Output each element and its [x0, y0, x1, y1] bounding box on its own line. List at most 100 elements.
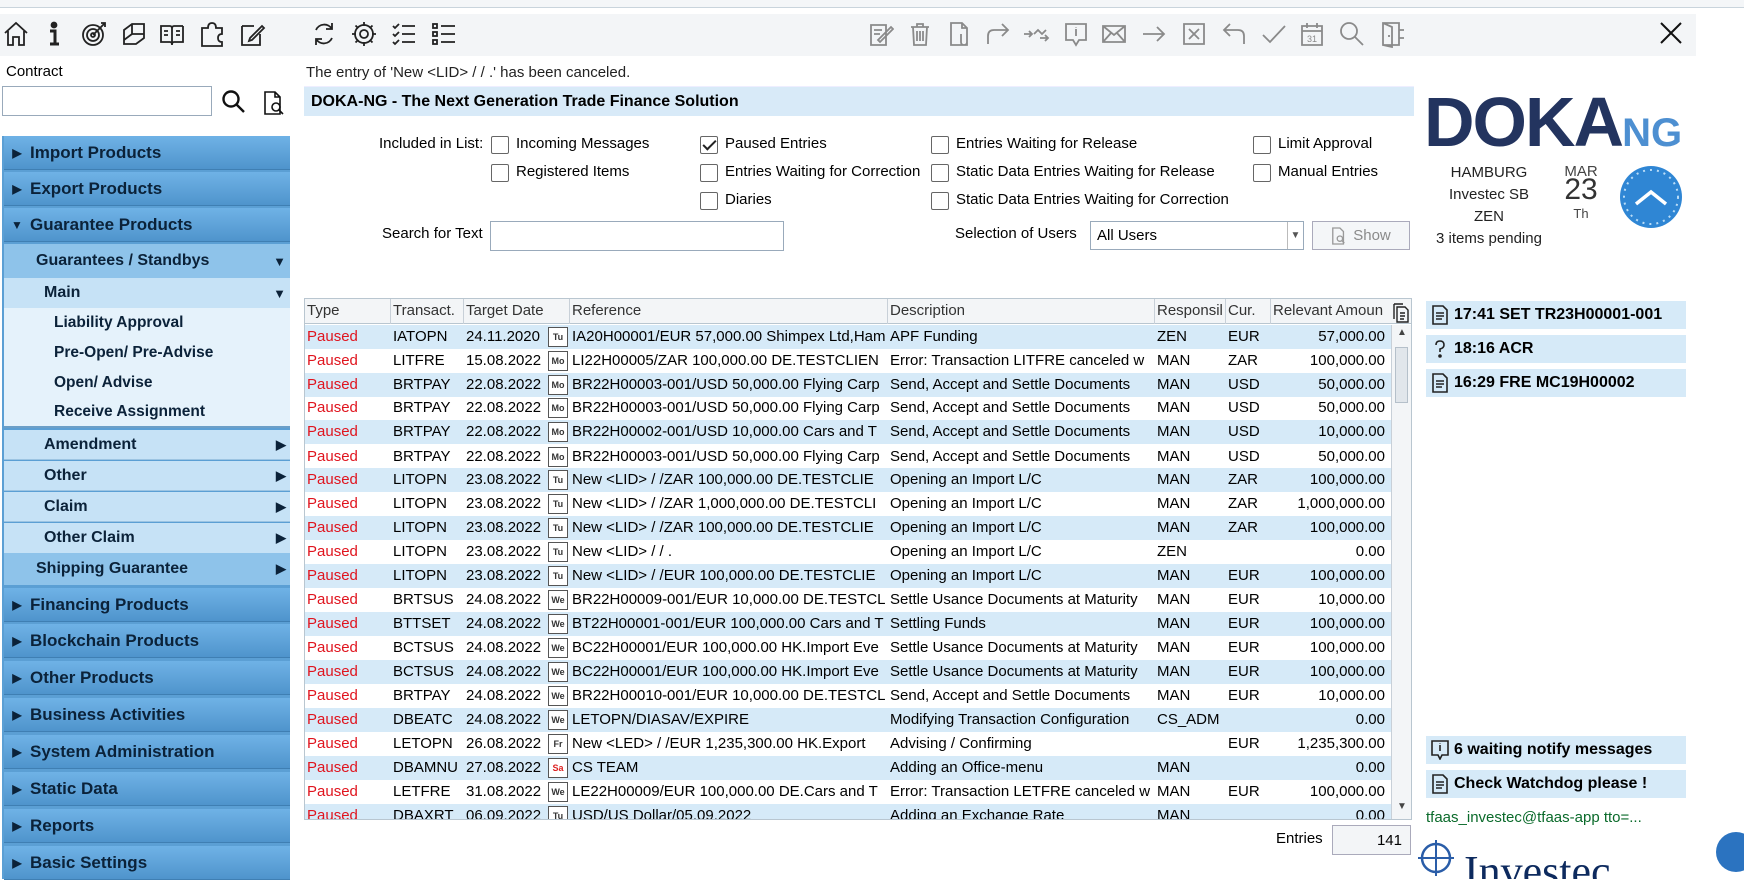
- info-icon[interactable]: [38, 18, 70, 50]
- nav-liability-approval[interactable]: Liability Approval: [4, 308, 290, 338]
- table-row[interactable]: Paused BRTPAY 22.08.2022 Mo BR22H00003-001/U…: [305, 445, 1391, 469]
- column-header[interactable]: Cur.: [1228, 302, 1268, 319]
- table-row[interactable]: Paused BRTPAY 22.08.2022 Mo BR22H00003-001/U…: [305, 396, 1391, 420]
- nav-blockchain-products[interactable]: ▶ Blockchain Products: [4, 624, 290, 658]
- door-icon[interactable]: [1376, 18, 1408, 50]
- close-icon[interactable]: [1656, 18, 1692, 54]
- nav-main[interactable]: Main ▼: [4, 278, 290, 308]
- pending-items[interactable]: 3 items pending: [1426, 230, 1552, 247]
- table-row[interactable]: Paused LITFRE 15.08.2022 Mo LI22H00005/ZAR 1…: [305, 349, 1391, 373]
- calendar-icon[interactable]: We: [548, 590, 568, 610]
- table-row[interactable]: Paused LITOPN 23.08.2022 Tu New <LID> / /ZAR…: [305, 516, 1391, 540]
- checkbox-registered-items[interactable]: [491, 164, 509, 182]
- table-row[interactable]: Paused LETFRE 31.08.2022 We LE22H00009/EUR 1…: [305, 780, 1391, 804]
- refresh-icon[interactable]: [308, 18, 340, 50]
- checkbox-entries-waiting-release[interactable]: [931, 136, 949, 154]
- target-icon[interactable]: [78, 18, 110, 50]
- contract-search-icon[interactable]: [220, 88, 248, 116]
- home-icon[interactable]: [0, 18, 32, 50]
- calendar-icon[interactable]: We: [548, 614, 568, 634]
- checkbox-entries-waiting-correction[interactable]: [700, 164, 718, 182]
- calendar-icon[interactable]: Fr: [548, 734, 568, 754]
- nav-business-activities[interactable]: ▶ Business Activities: [4, 698, 290, 732]
- check-icon[interactable]: [1258, 18, 1290, 50]
- column-divider[interactable]: [887, 299, 888, 324]
- column-divider[interactable]: [463, 299, 464, 324]
- gear-icon[interactable]: [348, 18, 380, 50]
- table-row[interactable]: Paused DBAXRT 06.09.2022 Tu USD/US Dollar/05…: [305, 804, 1391, 819]
- forward-icon[interactable]: [982, 18, 1014, 50]
- nav-import-products[interactable]: ▶ Import Products: [4, 136, 290, 170]
- nav-receive-assignment[interactable]: Receive Assignment: [4, 398, 290, 428]
- users-select[interactable]: All Users ▼: [1090, 221, 1304, 250]
- search-icon[interactable]: [1336, 18, 1368, 50]
- table-row[interactable]: Paused BCTSUS 24.08.2022 We BC22H00001/EUR 1…: [305, 660, 1391, 684]
- column-divider[interactable]: [1225, 299, 1226, 324]
- export-icon[interactable]: [118, 18, 150, 50]
- table-row[interactable]: Paused LITOPN 23.08.2022 Tu New <LID> / /EUR…: [305, 564, 1391, 588]
- table-row[interactable]: Paused BRTPAY 22.08.2022 Mo BR22H00002-001/U…: [305, 420, 1391, 444]
- scroll-up-icon[interactable]: ▲: [1392, 327, 1411, 345]
- checklist-icon[interactable]: [388, 18, 420, 50]
- column-divider[interactable]: [1154, 299, 1155, 324]
- calendar-icon[interactable]: Mo: [548, 351, 568, 371]
- nav-other-claim[interactable]: Other Claim ▶: [4, 523, 290, 553]
- show-button[interactable]: Show: [1312, 221, 1410, 250]
- arrow-right-icon[interactable]: [1138, 18, 1170, 50]
- calendar-icon[interactable]: Tu: [548, 566, 568, 586]
- mail-icon[interactable]: [1098, 18, 1130, 50]
- table-row[interactable]: Paused BRTSUS 24.08.2022 We BR22H00009-001/E…: [305, 588, 1391, 612]
- assistant-button[interactable]: [1716, 832, 1744, 872]
- calendar-icon[interactable]: We: [548, 686, 568, 706]
- checkbox-limit-approval[interactable]: [1253, 136, 1271, 154]
- notify-messages[interactable]: 6 waiting notify messages: [1426, 736, 1686, 764]
- checkbox-static-waiting-release[interactable]: [931, 164, 949, 182]
- column-header[interactable]: Reference: [572, 302, 882, 319]
- nav-amendment[interactable]: Amendment ▶: [4, 430, 290, 460]
- column-header[interactable]: Target Date: [466, 302, 566, 319]
- nav-financing-products[interactable]: ▶ Financing Products: [4, 588, 290, 622]
- nav-shipping-guarantee[interactable]: Shipping Guarantee ▶: [4, 553, 290, 585]
- nav-guarantee-products[interactable]: ▼ Guarantee Products: [4, 208, 290, 242]
- calendar-icon[interactable]: We: [548, 662, 568, 682]
- column-header[interactable]: Responsil: [1157, 302, 1223, 319]
- calendar-icon[interactable]: We: [548, 782, 568, 802]
- column-header[interactable]: Type: [307, 302, 387, 319]
- calendar-icon[interactable]: Tu: [548, 327, 568, 347]
- nav-other[interactable]: Other ▶: [4, 461, 290, 491]
- puzzle-icon[interactable]: [196, 18, 228, 50]
- route-icon[interactable]: [1020, 18, 1052, 50]
- calendar-icon[interactable]: Tu: [548, 806, 568, 819]
- calendar-icon[interactable]: Mo: [548, 422, 568, 442]
- checkbox-diaries[interactable]: [700, 192, 718, 210]
- edit-icon[interactable]: [236, 18, 268, 50]
- nav-claim[interactable]: Claim ▶: [4, 492, 290, 522]
- undo-icon[interactable]: [1218, 18, 1250, 50]
- table-row[interactable]: Paused DBAMNU 27.08.2022 Sa CS TEAM Adding an…: [305, 756, 1391, 780]
- table-row[interactable]: Paused LETOPN 26.08.2022 Fr New <LED> / /EUR…: [305, 732, 1391, 756]
- table-row[interactable]: Paused DBEATC 24.08.2022 We LETOPN/DIASAV/EX…: [305, 708, 1391, 732]
- copy-table-icon[interactable]: [1392, 303, 1410, 323]
- scroll-down-icon[interactable]: ▼: [1392, 801, 1411, 819]
- column-divider[interactable]: [390, 299, 391, 324]
- table-scrollbar[interactable]: ▲ ▼: [1391, 325, 1411, 819]
- notice-item[interactable]: 17:41 SET TR23H00001-001: [1426, 301, 1686, 329]
- list-icon[interactable]: [428, 18, 460, 50]
- column-header[interactable]: Transact.: [393, 302, 463, 319]
- book-icon[interactable]: [156, 18, 188, 50]
- calendar-icon[interactable]: Mo: [548, 398, 568, 418]
- nav-basic-settings[interactable]: ▶ Basic Settings: [4, 846, 290, 880]
- calendar-icon[interactable]: Sa: [548, 758, 568, 778]
- checkbox-incoming-messages[interactable]: [491, 136, 509, 154]
- nav-pre-open[interactable]: Pre-Open/ Pre-Advise: [4, 338, 290, 368]
- column-divider[interactable]: [569, 299, 570, 324]
- notice-item[interactable]: 18:16 ACR: [1426, 335, 1686, 363]
- table-row[interactable]: Paused BRTPAY 22.08.2022 Mo BR22H00003-001/U…: [305, 373, 1391, 397]
- document-search-icon[interactable]: [262, 90, 286, 116]
- scroll-thumb[interactable]: [1395, 347, 1408, 403]
- table-row[interactable]: Paused BTTSET 24.08.2022 We BT22H00001-001/E…: [305, 612, 1391, 636]
- nav-static-data[interactable]: ▶ Static Data: [4, 772, 290, 806]
- nav-open-advise[interactable]: Open/ Advise: [4, 368, 290, 398]
- edit-doc-icon[interactable]: [864, 18, 896, 50]
- column-header[interactable]: Relevant Amoun: [1273, 302, 1387, 319]
